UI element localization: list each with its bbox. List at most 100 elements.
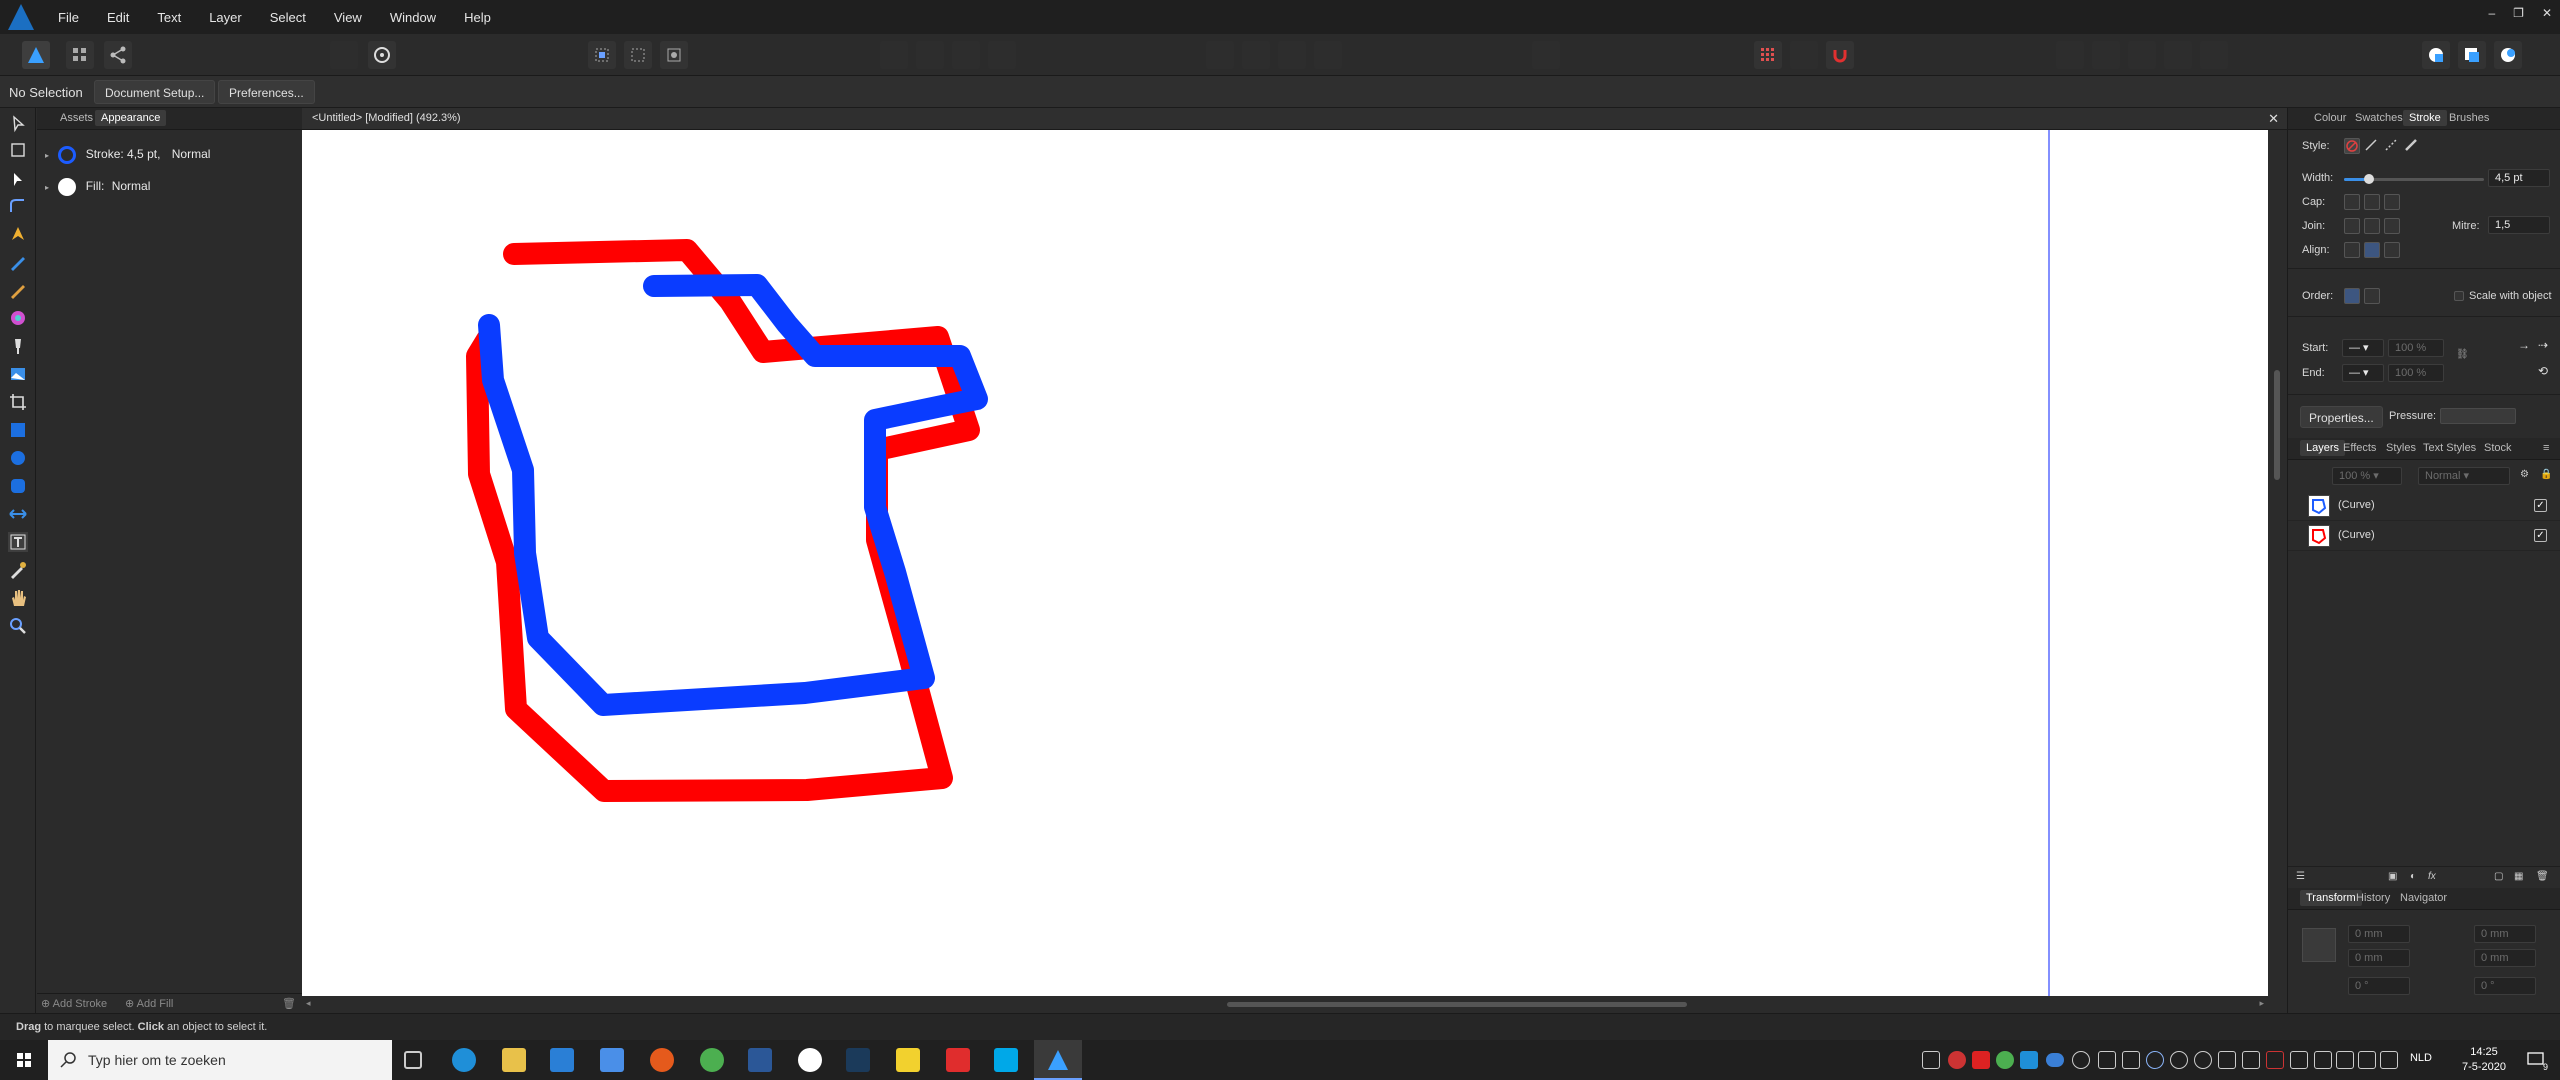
tab-swatches[interactable]: Swatches (2355, 112, 2403, 124)
select-all-button[interactable] (588, 41, 616, 69)
word-icon[interactable] (748, 1048, 772, 1072)
panel-menu-icon[interactable]: ≡ (2543, 442, 2549, 454)
fill-swatch[interactable] (58, 178, 77, 196)
tray-icon[interactable] (2072, 1051, 2090, 1069)
tray-icon[interactable] (2020, 1051, 2038, 1069)
color-picker-tool-icon[interactable] (8, 560, 28, 580)
chrome-icon[interactable] (700, 1048, 724, 1072)
transparency-tool-icon[interactable] (8, 336, 28, 356)
vertical-scrollbar[interactable] (2268, 130, 2287, 996)
close-window-icon[interactable]: ✕ (2542, 6, 2552, 20)
menu-select[interactable]: Select (270, 10, 306, 25)
tray-icon[interactable] (1948, 1051, 1966, 1069)
pdf-icon[interactable] (946, 1048, 970, 1072)
vertical-scroll-thumb[interactable] (2274, 370, 2280, 480)
tab-appearance[interactable]: Appearance (95, 110, 167, 126)
skype-icon[interactable] (994, 1048, 1018, 1072)
transform-button[interactable] (1278, 41, 1306, 69)
tab-stock[interactable]: Stock (2484, 442, 2512, 454)
opacity-field[interactable]: 100 % ▾ (2332, 467, 2402, 485)
tab-assets[interactable]: Assets (60, 112, 93, 124)
sticky-notes-icon[interactable] (896, 1048, 920, 1072)
battery-icon[interactable] (2314, 1051, 2332, 1069)
anchor-selector[interactable] (2302, 928, 2336, 962)
delete-layer-icon[interactable]: 🗑 (2536, 871, 2549, 882)
align-inside-button[interactable] (2344, 242, 2360, 258)
export-persona-button[interactable] (104, 41, 132, 69)
stroke-row[interactable]: ▸ Stroke: 4,5 pt, Normal (45, 146, 210, 164)
link-icon[interactable]: ⛓ (2456, 349, 2469, 360)
pencil-tool-icon[interactable] (8, 252, 28, 272)
start-arrowhead-select[interactable]: — ▾ (2342, 339, 2384, 357)
tab-effects[interactable]: Effects (2343, 442, 2376, 454)
tab-colour[interactable]: Colour (2314, 112, 2346, 124)
edge-icon[interactable] (452, 1048, 476, 1072)
pen-icon[interactable] (2380, 1051, 2398, 1069)
lock-icon[interactable]: 🔒 (2540, 469, 2552, 480)
swap-icon[interactable]: ⟲ (2538, 364, 2554, 380)
style-none-button[interactable] (2344, 138, 2360, 154)
minimize-icon[interactable]: – (2488, 6, 2495, 20)
tab-text-styles[interactable]: Text Styles (2423, 442, 2476, 454)
scroll-left-icon[interactable]: ◂ (306, 998, 311, 1009)
app-k-icon[interactable] (846, 1048, 870, 1072)
join-miter-button[interactable] (2344, 218, 2360, 234)
add-stroke-button[interactable]: ⊕ Add Stroke (41, 997, 107, 1010)
pixel-persona-button[interactable] (66, 41, 94, 69)
insert-top-button[interactable] (2494, 41, 2522, 69)
width-slider-handle[interactable] (2364, 174, 2375, 184)
tab-stroke[interactable]: Stroke (2403, 110, 2447, 126)
tab-navigator[interactable]: Navigator (2400, 892, 2447, 904)
invert-selection-button[interactable] (660, 41, 688, 69)
arrow-right-icon[interactable]: → (2518, 338, 2534, 354)
end-scale-field[interactable]: 100 % (2388, 364, 2444, 382)
insert-inside-button[interactable] (2422, 41, 2450, 69)
tab-styles[interactable]: Styles (2386, 442, 2416, 454)
app-w-icon[interactable] (798, 1048, 822, 1072)
boolean-intersect-button[interactable] (2128, 41, 2156, 69)
pressure-graph[interactable] (2440, 408, 2516, 424)
style-dash-button[interactable] (2384, 138, 2400, 154)
move-tool-icon[interactable] (8, 114, 28, 134)
place-image-tool-icon[interactable] (8, 364, 28, 384)
mail-icon[interactable] (550, 1048, 574, 1072)
restore-icon[interactable]: ❐ (2513, 6, 2524, 20)
clock[interactable]: 14:25 7-5-2020 (2462, 1045, 2506, 1075)
rectangle-tool-icon[interactable] (8, 420, 28, 440)
y-field[interactable]: 0 mm (2348, 949, 2410, 967)
corner-tool-icon[interactable] (8, 196, 28, 216)
style-brush-button[interactable] (2404, 138, 2420, 154)
transform-button[interactable] (1206, 41, 1234, 69)
notification-center-icon[interactable]: 9 (2526, 1050, 2548, 1072)
blend-mode-select[interactable]: Normal ▾ (2418, 467, 2510, 485)
start-button[interactable] (0, 1040, 48, 1080)
add-fill-button[interactable]: ⊕ Add Fill (125, 997, 173, 1010)
tray-icon[interactable] (2146, 1051, 2164, 1069)
cap-square-button[interactable] (2384, 194, 2400, 210)
contour-tool-icon[interactable] (8, 504, 28, 524)
join-bevel-button[interactable] (2384, 218, 2400, 234)
arrange-button[interactable] (1532, 41, 1560, 69)
align-button[interactable] (916, 41, 944, 69)
layer-row[interactable]: (Curve) ✓ (2288, 491, 2560, 521)
insert-behind-button[interactable] (2458, 41, 2486, 69)
layer-row[interactable]: (Curve) ✓ (2288, 521, 2560, 551)
canvas[interactable] (302, 130, 2268, 996)
fill-row[interactable]: ▸ Fill: Normal (45, 178, 150, 196)
designer-persona-button[interactable] (22, 41, 50, 69)
align-center-button[interactable] (2364, 242, 2380, 258)
volume-icon[interactable] (2336, 1051, 2354, 1069)
zoom-tool-icon[interactable] (8, 616, 28, 636)
tray-icon[interactable] (2290, 1051, 2308, 1069)
adjustment-icon[interactable]: ◐ (2410, 871, 2416, 882)
select-none-button[interactable] (624, 41, 652, 69)
fill-tool-icon[interactable] (8, 308, 28, 328)
store-icon[interactable] (600, 1048, 624, 1072)
transform-button[interactable] (1242, 41, 1270, 69)
start-scale-field[interactable]: 100 % (2388, 339, 2444, 357)
artboard-tool-icon[interactable] (8, 140, 28, 160)
align-outside-button[interactable] (2384, 242, 2400, 258)
style-solid-button[interactable] (2364, 138, 2380, 154)
rounded-rectangle-tool-icon[interactable] (8, 476, 28, 496)
properties-button[interactable]: Properties... (2300, 406, 2383, 428)
